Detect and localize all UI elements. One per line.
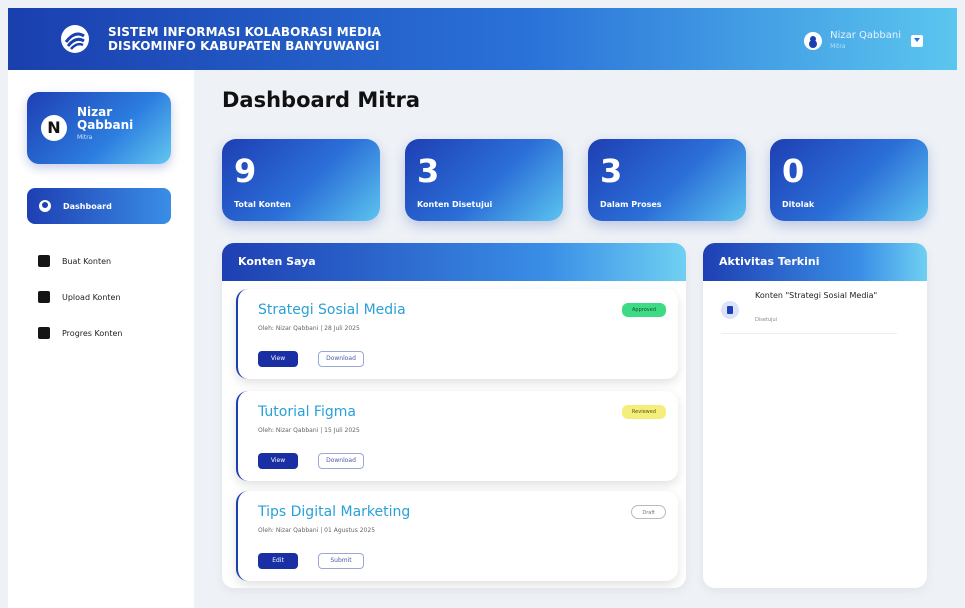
stat-value: 0: [782, 152, 805, 190]
sidebar-item-buat-konten[interactable]: Buat Konten: [38, 255, 111, 267]
document-icon: [721, 301, 739, 319]
user-menu[interactable]: Nizar Qabbani Mitra: [804, 30, 923, 52]
sidebar-item-upload-konten[interactable]: Upload Konten: [38, 291, 121, 303]
dashboard-icon: [39, 200, 51, 212]
avatar: N: [41, 115, 67, 141]
sidebar-item-label: Dashboard: [63, 201, 112, 211]
submit-button[interactable]: Submit: [318, 553, 364, 569]
profile-name: Nizar Qabbani: [77, 105, 134, 132]
page-title: Dashboard Mitra: [222, 88, 421, 112]
profile-card: N Nizar Qabbani Mitra: [27, 92, 171, 164]
stat-value: 3: [417, 152, 440, 190]
konten-title[interactable]: Tips Digital Marketing: [258, 504, 410, 520]
sidebar-item-dashboard[interactable]: Dashboard: [27, 188, 171, 224]
divider: [721, 333, 897, 334]
view-button[interactable]: View: [258, 453, 298, 469]
konten-meta: Oleh: Nizar Qabbani | 01 Agustus 2025: [258, 527, 376, 534]
panel-title: Aktivitas Terkini: [703, 243, 927, 281]
sidebar: N Nizar Qabbani Mitra Dashboard Buat Kon…: [8, 70, 194, 608]
user-avatar-icon: [804, 32, 823, 50]
stat-value: 9: [234, 152, 257, 190]
stat-label: Konten Disetujui: [417, 200, 493, 209]
app-title-line1: SISTEM INFORMASI KOLABORASI MEDIA: [108, 25, 382, 39]
edit-button[interactable]: Edit: [258, 553, 298, 569]
view-button[interactable]: View: [258, 351, 298, 367]
status-badge: Draft: [631, 505, 666, 519]
status-badge: Approved: [622, 303, 666, 317]
user-name: Nizar Qabbani: [830, 30, 901, 41]
sidebar-item-label: Progres Konten: [62, 328, 123, 338]
user-info: Nizar Qabbani Mitra: [830, 30, 901, 52]
stat-label: Ditolak: [782, 200, 815, 209]
activity-status: Disetujui: [755, 317, 777, 323]
top-header: SISTEM INFORMASI KOLABORASI MEDIA DISKOM…: [8, 8, 957, 70]
sidebar-item-label: Buat Konten: [62, 256, 112, 266]
progress-icon: [38, 327, 50, 339]
stat-card-disetujui: 3 Konten Disetujui: [405, 139, 563, 221]
konten-card: Tutorial Figma Oleh: Nizar Qabbani | 15 …: [236, 391, 678, 481]
panel-title: Konten Saya: [222, 243, 686, 281]
stat-card-proses: 3 Dalam Proses: [588, 139, 746, 221]
konten-saya-panel: Konten Saya Strategi Sosial Media Oleh: …: [222, 243, 686, 588]
sidebar-item-progres-konten[interactable]: Progres Konten: [38, 327, 122, 339]
activity-text: Konten "Strategi Sosial Media": [755, 291, 878, 300]
stat-card-total: 9 Total Konten: [222, 139, 380, 221]
download-button[interactable]: Download: [318, 351, 364, 367]
stat-label: Total Konten: [234, 200, 291, 209]
status-badge: Reviewed: [621, 405, 666, 419]
konten-title[interactable]: Tutorial Figma: [258, 404, 356, 420]
app-title-line2: DISKOMINFO KABUPATEN BANYUWANGI: [108, 39, 380, 53]
chevron-down-icon[interactable]: [911, 35, 923, 47]
create-icon: [38, 255, 50, 267]
profile-role: Mitra: [77, 134, 93, 141]
user-role: Mitra: [830, 43, 846, 50]
konten-title[interactable]: Strategi Sosial Media: [258, 302, 406, 318]
upload-icon: [38, 291, 50, 303]
sidebar-item-label: Upload Konten: [62, 292, 121, 302]
aktivitas-panel: Aktivitas Terkini Konten "Strategi Sosia…: [703, 243, 927, 588]
konten-meta: Oleh: Nizar Qabbani | 15 Juli 2025: [258, 427, 360, 434]
stat-value: 3: [600, 152, 623, 190]
stat-label: Dalam Proses: [600, 200, 662, 209]
download-button[interactable]: Download: [318, 453, 364, 469]
app-title: SISTEM INFORMASI KOLABORASI MEDIA DISKOM…: [108, 25, 381, 53]
kominfo-logo-icon: [61, 25, 89, 53]
konten-meta: Oleh: Nizar Qabbani | 28 Juli 2025: [258, 325, 360, 332]
konten-card: Tips Digital Marketing Oleh: Nizar Qabba…: [236, 491, 678, 581]
stat-card-ditolak: 0 Ditolak: [770, 139, 928, 221]
konten-card: Strategi Sosial Media Oleh: Nizar Qabban…: [236, 289, 678, 379]
